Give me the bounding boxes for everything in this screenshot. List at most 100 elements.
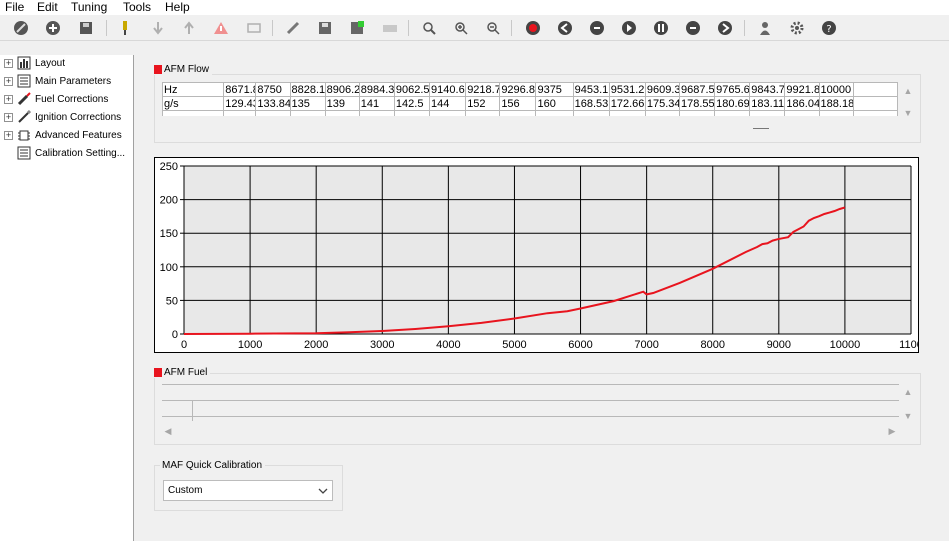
menu-tuning[interactable]: Tuning	[71, 0, 107, 14]
flash-icon[interactable]	[381, 19, 399, 37]
table-cell-gs[interactable]: 139	[324, 96, 360, 111]
tree-item-layout[interactable]: + Layout	[4, 55, 65, 71]
disconnect-icon[interactable]	[12, 19, 30, 37]
table-cell-gs[interactable]: 135	[289, 96, 326, 111]
afm-flow-scrollbar[interactable]: ▲ ▼	[901, 84, 915, 124]
save-icon[interactable]	[316, 19, 334, 37]
x-tick-label: 10000	[830, 339, 861, 351]
table-cell-empty	[223, 110, 257, 116]
compare-icon[interactable]	[284, 19, 302, 37]
maf-calibration-select[interactable]: Custom	[163, 480, 333, 501]
table-cell-gs[interactable]: 188.18	[818, 96, 854, 111]
warning-icon[interactable]	[212, 19, 230, 37]
tree-item-calibration-settings[interactable]: Calibration Setting...	[4, 145, 125, 161]
zoom-in-icon[interactable]	[452, 19, 470, 37]
x-tick-label: 9000	[767, 339, 791, 351]
play-icon[interactable]	[620, 19, 638, 37]
expand-icon[interactable]: +	[4, 58, 13, 68]
add-icon[interactable]	[44, 19, 62, 37]
table-cell-hz[interactable]: 8750	[255, 82, 291, 97]
table-cell-gs[interactable]: 183.11	[749, 96, 786, 111]
scroll-thumb[interactable]	[753, 128, 769, 129]
table-cell-hz[interactable]: 9140.6	[429, 82, 467, 97]
expand-icon[interactable]: +	[4, 76, 13, 86]
scroll-down-icon[interactable]: ▼	[901, 108, 915, 118]
table-cell-gs[interactable]: 141	[358, 96, 395, 111]
skip-back-icon[interactable]	[556, 19, 574, 37]
pause-icon[interactable]	[652, 19, 670, 37]
table-cell-hz[interactable]: 9921.8	[784, 82, 820, 97]
table-cell-gs[interactable]: 142.5	[393, 96, 431, 111]
search-icon[interactable]	[420, 19, 438, 37]
table-cell-gs[interactable]: 144	[429, 96, 467, 111]
menu-tools[interactable]: Tools	[123, 0, 151, 14]
afm-fuel-table[interactable]	[162, 384, 899, 421]
scroll-up-icon[interactable]: ▲	[901, 86, 915, 96]
tree-item-advanced-features[interactable]: + Advanced Features	[4, 127, 122, 143]
scroll-left-icon[interactable]: ◀	[161, 426, 175, 437]
table-cell-empty	[714, 110, 751, 116]
rewind-icon[interactable]	[588, 19, 606, 37]
table-cell-gs[interactable]: 186.04	[784, 96, 820, 111]
table-cell-hz[interactable]: 9765.6	[714, 82, 751, 97]
table-cell-empty	[852, 82, 899, 97]
table-cell-hz[interactable]: 9375	[535, 82, 574, 97]
help-icon[interactable]: ?	[820, 19, 838, 37]
upload-arrow-icon[interactable]	[180, 19, 198, 37]
table-cell-hz[interactable]: 9687.5	[678, 82, 716, 97]
zoom-out-icon[interactable]	[484, 19, 502, 37]
scroll-right-icon[interactable]: ▶	[885, 426, 899, 437]
download-arrow-icon[interactable]	[149, 19, 167, 37]
scroll-down-icon[interactable]: ▼	[901, 411, 915, 421]
afm-fuel-vscroll[interactable]: ▲ ▼	[901, 385, 915, 425]
table-cell-gs[interactable]: 180.69	[714, 96, 751, 111]
table-cell-gs[interactable]: 152	[465, 96, 501, 111]
table-row-hz: Hz 8671.8 8750 8828.1 8906.2 8984.3 9062.5 914…	[161, 82, 899, 97]
x-tick-label: 5000	[502, 339, 526, 351]
table-cell-hz[interactable]: 9843.7	[749, 82, 786, 97]
table-cell-hz[interactable]: 10000	[818, 82, 854, 97]
tree-item-fuel-corrections[interactable]: + Fuel Corrections	[4, 91, 108, 107]
table-cell-hz[interactable]: 9609.3	[644, 82, 681, 97]
table-cell-hz[interactable]: 9296.8	[499, 82, 537, 97]
table-cell-gs[interactable]: 175.34	[644, 96, 681, 111]
plug-icon[interactable]	[116, 19, 134, 37]
gear-icon[interactable]	[788, 19, 806, 37]
window-icon[interactable]	[245, 19, 263, 37]
x-tick-label: 3000	[370, 339, 394, 351]
fast-forward-icon[interactable]	[684, 19, 702, 37]
table-cell-hz[interactable]: 9531.2	[608, 82, 646, 97]
table-cell-gs[interactable]: 156	[499, 96, 537, 111]
x-tick-label: 7000	[634, 339, 658, 351]
chevron-down-icon[interactable]	[318, 487, 328, 495]
afm-flow-table[interactable]: Hz 8671.8 8750 8828.1 8906.2 8984.3 9062.5 914…	[161, 82, 899, 116]
expand-icon[interactable]: +	[4, 130, 13, 140]
table-cell-hz[interactable]: 8906.2	[324, 82, 360, 97]
table-cell-hz[interactable]: 8984.3	[358, 82, 395, 97]
table-cell-gs[interactable]: 172.66	[608, 96, 646, 111]
menu-file[interactable]: File	[5, 0, 24, 14]
scroll-up-icon[interactable]: ▲	[901, 387, 915, 397]
table-cell-gs[interactable]: 160	[535, 96, 574, 111]
expand-icon[interactable]: +	[4, 112, 13, 122]
menu-help[interactable]: Help	[165, 0, 190, 14]
skip-forward-icon[interactable]	[716, 19, 734, 37]
table-cell-hz[interactable]: 9453.1	[572, 82, 610, 97]
tree-item-main-parameters[interactable]: + Main Parameters	[4, 73, 111, 89]
user-icon[interactable]	[756, 19, 774, 37]
tree-label: Fuel Corrections	[35, 93, 109, 105]
menu-edit[interactable]: Edit	[37, 0, 58, 14]
tree-item-ignition-corrections[interactable]: + Ignition Corrections	[4, 109, 121, 125]
record-icon[interactable]	[524, 19, 542, 37]
table-cell-gs[interactable]: 129.43	[223, 96, 257, 111]
table-cell-hz[interactable]: 8671.8	[223, 82, 257, 97]
table-cell-hz[interactable]: 9062.5	[393, 82, 431, 97]
table-cell-gs[interactable]: 133.84	[255, 96, 291, 111]
save-as-icon[interactable]	[348, 19, 366, 37]
table-cell-gs[interactable]: 178.55	[678, 96, 716, 111]
expand-icon[interactable]: +	[4, 94, 13, 104]
save-disk-icon[interactable]	[77, 19, 95, 37]
table-cell-hz[interactable]: 9218.7	[465, 82, 501, 97]
table-cell-hz[interactable]: 8828.1	[289, 82, 326, 97]
table-cell-gs[interactable]: 168.53	[572, 96, 610, 111]
